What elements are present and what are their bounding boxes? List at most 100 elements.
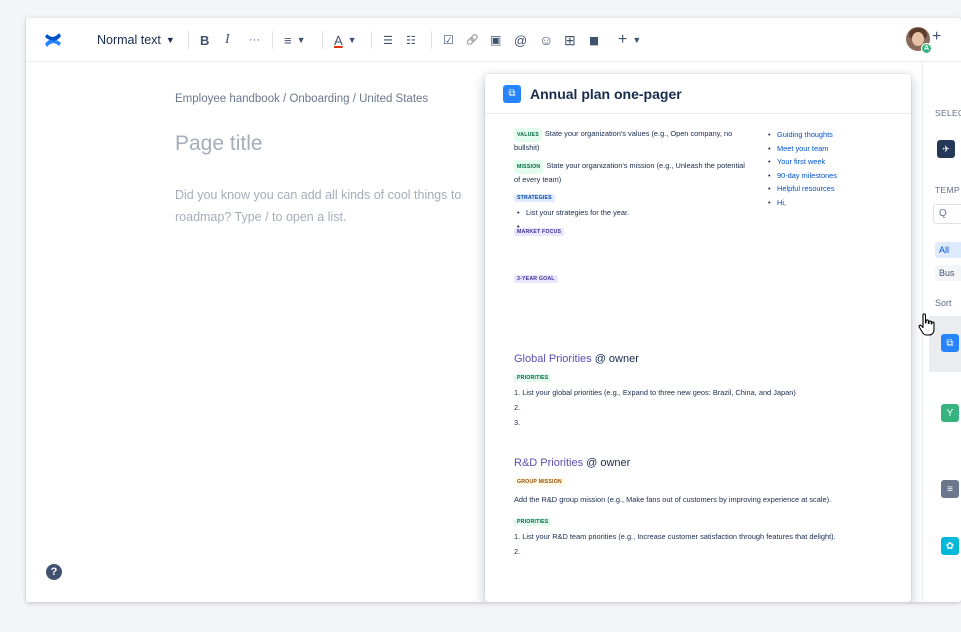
toc-link: Guiding thoughts: [767, 128, 897, 142]
text-color-dropdown[interactable]: A ▼: [334, 30, 357, 50]
more-formatting-button[interactable]: ···: [249, 30, 260, 50]
rd-priorities-list: 1. List your R&D team priorities (e.g., …: [514, 529, 899, 559]
template-list-icon[interactable]: ≡: [941, 480, 959, 498]
toc-link: Meet your team: [767, 142, 897, 156]
bullet-list-button[interactable]: ☰: [383, 30, 393, 50]
goal-section: 3-YEAR GOAL: [514, 273, 749, 283]
confluence-logo-icon[interactable]: [43, 30, 63, 50]
numbered-list-icon: ☷: [406, 34, 416, 47]
text-style-dropdown[interactable]: Normal text ▼: [97, 30, 175, 50]
rd-priorities-lozenge: PRIORITIES: [514, 518, 552, 526]
sort-label[interactable]: Sort: [935, 298, 952, 308]
preview-title: Annual plan one-pager: [530, 85, 682, 102]
filter-chip-all[interactable]: All: [935, 242, 961, 258]
values-text: State your organization's values (e.g., …: [514, 129, 733, 152]
global-priorities-title: Global Priorities: [514, 353, 592, 365]
group-mission-section: GROUP MISSION: [514, 476, 899, 486]
group-mission-text: Add the R&D group mission (e.g., Make fa…: [514, 495, 832, 504]
editor-toolbar: Normal text ▼ B I ··· ≡ ▼ A ▼ ☰ ☷ ☑ 🔗 ▣ …: [26, 18, 961, 62]
strategies-lozenge: STRATEGIES: [514, 194, 555, 202]
toc-link: Hi,: [767, 196, 897, 210]
mention-button[interactable]: @: [514, 30, 527, 50]
preview-body: VALUES State your organization's values (…: [485, 114, 911, 556]
italic-button[interactable]: I: [225, 30, 230, 50]
page-placeholder-text[interactable]: Did you know you can add all kinds of co…: [175, 184, 505, 228]
list-item: 3.: [514, 418, 521, 427]
rd-priorities-owner: @ owner: [586, 457, 631, 469]
hand-pointer-cursor-icon: [918, 313, 935, 336]
breadcrumb[interactable]: Employee handbook / Onboarding / United …: [175, 93, 428, 105]
list-item: List your strategies for the year.: [514, 206, 749, 220]
preview-left-column: VALUES State your organization's values (…: [514, 128, 749, 283]
action-item-button[interactable]: ☑: [443, 30, 454, 50]
image-button[interactable]: ▣: [490, 30, 501, 50]
text-style-label: Normal text: [97, 33, 161, 47]
rd-priorities-section: R&D Priorities @ owner GROUP MISSION Add…: [514, 456, 899, 559]
chevron-down-icon: ▼: [165, 35, 175, 45]
align-dropdown[interactable]: ≡ ▼: [284, 30, 306, 50]
template-preview-card: ⧉ Annual plan one-pager VALUES State your…: [485, 74, 911, 602]
strategies-list: List your strategies for the year.: [514, 206, 749, 234]
global-priorities-section: Global Priorities @ owner PRIORITIES 1. …: [514, 352, 894, 430]
values-paragraph: VALUES State your organization's values (…: [514, 128, 749, 154]
table-icon: ⊞: [564, 31, 576, 48]
layouts-icon: ▮▮: [589, 34, 599, 47]
insert-dropdown[interactable]: + ▼: [618, 30, 641, 50]
numbered-list-button[interactable]: ☷: [406, 30, 416, 50]
page-title[interactable]: Page title: [175, 132, 263, 156]
templates-label: TEMP: [935, 185, 960, 195]
filter-chip-business[interactable]: Bus: [935, 265, 961, 281]
global-priorities-owner: @ owner: [594, 353, 639, 365]
chevron-down-icon: ▼: [347, 35, 357, 45]
toc-link: Helpful resources: [767, 182, 897, 196]
image-icon: ▣: [490, 33, 502, 47]
preview-right-column: Guiding thoughts Meet your team Your fir…: [767, 128, 897, 209]
align-icon: ≡: [284, 32, 292, 48]
goal-lozenge: 3-YEAR GOAL: [514, 275, 558, 283]
chevron-down-icon: ▼: [632, 35, 642, 45]
market-focus-lozenge: MARKET FOCUS: [514, 228, 565, 236]
template-search-input[interactable]: Q: [933, 204, 961, 224]
toolbar-divider: [431, 31, 432, 49]
mention-icon: @: [514, 32, 528, 48]
toc-links: Guiding thoughts Meet your team Your fir…: [767, 128, 897, 209]
help-icon[interactable]: ?: [46, 564, 62, 580]
template-icon: ⧉: [503, 84, 521, 103]
layouts-button[interactable]: ▮▮: [589, 30, 599, 50]
editor-window: Normal text ▼ B I ··· ≡ ▼ A ▼ ☰ ☷ ☑ 🔗 ▣ …: [26, 18, 961, 602]
list-item: 1. List your global priorities (e.g., Ex…: [514, 388, 796, 397]
mission-lozenge: MISSION: [514, 160, 544, 174]
plus-icon: +: [618, 31, 628, 48]
search-icon: Q: [939, 208, 947, 219]
bullet-list-icon: ☰: [383, 34, 393, 47]
group-mission-lozenge: GROUP MISSION: [514, 478, 565, 486]
global-priorities-heading: Global Priorities @ owner: [514, 352, 894, 366]
toolbar-divider: [272, 31, 273, 49]
rd-priorities-heading: R&D Priorities @ owner: [514, 456, 899, 470]
selected-label: SELEC: [935, 108, 961, 118]
template-branch-icon[interactable]: Y: [941, 404, 959, 422]
template-one-pager-icon[interactable]: ⧉: [941, 334, 959, 352]
emoji-button[interactable]: ☺: [539, 30, 553, 50]
values-lozenge: VALUES: [514, 128, 542, 142]
invite-button[interactable]: +: [932, 28, 941, 46]
emoji-icon: ☺: [539, 32, 554, 48]
priorities-section: PRIORITIES: [514, 372, 894, 382]
rd-priorities-title: R&D Priorities: [514, 457, 584, 469]
chevron-down-icon: ▼: [296, 35, 306, 45]
link-button[interactable]: 🔗: [466, 30, 478, 50]
list-item: 2.: [514, 547, 521, 556]
toolbar-divider: [371, 31, 372, 49]
bold-button[interactable]: B: [200, 30, 209, 50]
toc-link: Your first week: [767, 155, 897, 169]
link-icon: 🔗: [466, 34, 479, 46]
template-team-icon[interactable]: ✿: [941, 537, 959, 555]
global-priorities-list: 1. List your global priorities (e.g., Ex…: [514, 385, 894, 430]
rocket-icon[interactable]: ✈: [937, 140, 955, 158]
list-item: 2.: [514, 403, 521, 412]
avatar-badge: A: [921, 43, 932, 54]
text-color-icon: A: [334, 32, 343, 48]
table-button[interactable]: ⊞: [564, 30, 576, 50]
mission-paragraph: MISSION State your organization's mission…: [514, 160, 749, 186]
market-focus-section: MARKET FOCUS: [514, 226, 749, 236]
